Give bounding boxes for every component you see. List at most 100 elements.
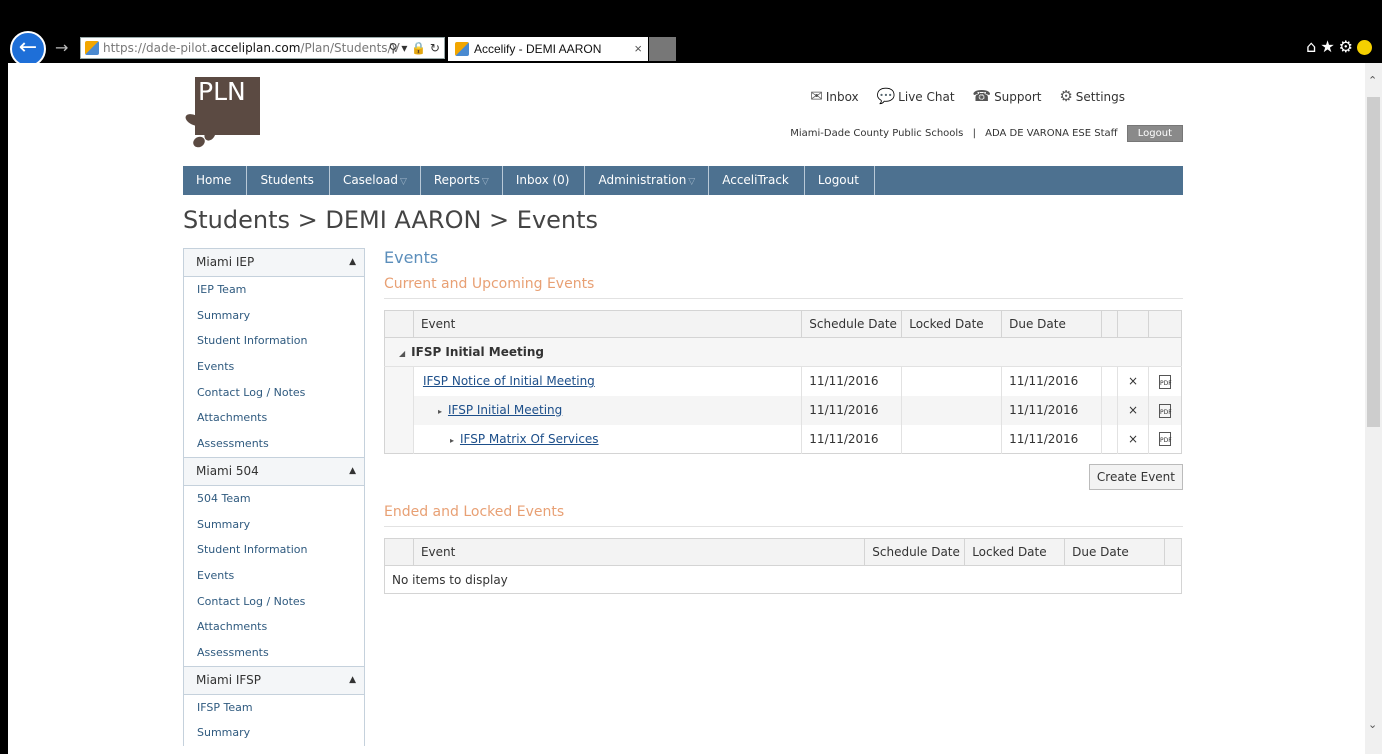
sidebar-item-events[interactable]: Events: [184, 563, 364, 589]
column-header-due-date[interactable]: Due Date: [1001, 310, 1102, 338]
user-line: Miami-Dade County Public Schools | ADA D…: [790, 125, 1183, 142]
settings-link[interactable]: ⚙ Settings: [1059, 87, 1125, 105]
support-link[interactable]: ☎ Support: [972, 87, 1041, 105]
nav-item-inbox[interactable]: Inbox (0): [503, 166, 586, 195]
top-links: ✉ Inbox 💬 Live Chat ☎ Support ⚙ Settings: [796, 87, 1125, 105]
vertical-scrollbar[interactable]: ⌃ ⌄: [1365, 63, 1382, 754]
collapse-arrow-icon[interactable]: ▲: [349, 249, 356, 276]
sidebar-item-assessments[interactable]: Assessments: [184, 431, 364, 457]
separator: |: [972, 128, 976, 139]
sidebar-item-student-information[interactable]: Student Information: [184, 328, 364, 354]
sidebar-item-assessments[interactable]: Assessments: [184, 640, 364, 666]
delete-icon[interactable]: ×: [1117, 395, 1149, 425]
site-favicon-icon: [85, 41, 99, 55]
sidebar-item-contact-log[interactable]: Contact Log / Notes: [184, 380, 364, 406]
chat-bubbles-icon: 💬: [876, 87, 896, 105]
sidebar-item-504-team[interactable]: 504 Team: [184, 486, 364, 512]
feedback-smiley-icon[interactable]: [1357, 40, 1372, 55]
expand-triangle-icon[interactable]: ▸: [438, 407, 442, 416]
expand-triangle-icon[interactable]: ▸: [450, 436, 454, 445]
logout-button[interactable]: Logout: [1126, 125, 1183, 142]
scroll-down-arrow-icon[interactable]: ⌄: [1368, 718, 1377, 731]
column-header-blank: [1163, 538, 1182, 566]
collapse-arrow-icon[interactable]: ▲: [349, 458, 356, 485]
column-header-event[interactable]: Event: [412, 310, 802, 338]
chevron-down-icon: ▽: [481, 177, 489, 187]
collapse-arrow-icon[interactable]: ▲: [349, 667, 356, 694]
new-tab-button[interactable]: [649, 37, 676, 61]
due-date-cell: 11/11/2016: [1001, 395, 1102, 425]
sidebar-item-summary[interactable]: Summary: [184, 720, 364, 746]
scrollbar-thumb[interactable]: [1367, 97, 1380, 427]
back-button[interactable]: ←: [10, 31, 46, 67]
column-header-schedule-date[interactable]: Schedule Date: [864, 538, 965, 566]
sidebar-item-iep-team[interactable]: IEP Team: [184, 277, 364, 303]
chevron-down-icon: ▽: [399, 177, 407, 187]
delete-icon[interactable]: ×: [1117, 424, 1149, 454]
sidebar-section-504[interactable]: Miami 504 ▲: [183, 456, 365, 486]
sidebar-item-contact-log[interactable]: Contact Log / Notes: [184, 589, 364, 615]
pln-logo[interactable]: PLN: [183, 63, 263, 151]
column-header-due-date[interactable]: Due Date: [1064, 538, 1165, 566]
browser-tab[interactable]: Accelify - DEMI AARON ×: [448, 37, 648, 61]
live-chat-link[interactable]: 💬 Live Chat: [876, 87, 954, 105]
nav-item-administration[interactable]: Administration ▽: [585, 166, 710, 195]
inbox-link[interactable]: ✉ Inbox: [810, 87, 858, 105]
forward-button[interactable]: →: [55, 38, 68, 57]
due-date-cell: 11/11/2016: [1001, 424, 1102, 454]
address-tools[interactable]: ⚲ ▾ 🔒 ↻: [389, 38, 440, 58]
main-nav: Home Students Caseload ▽ Reports ▽ Inbox (…: [183, 166, 1183, 195]
page-viewport: PLN ✉ Inbox 💬 Live Chat ☎ Support ⚙ Settings…: [8, 63, 1382, 754]
chevron-down-icon: ▽: [688, 177, 696, 187]
district-name: Miami-Dade County Public Schools: [790, 128, 964, 139]
user-role: ADA DE VARONA ESE Staff: [985, 128, 1118, 139]
create-event-button[interactable]: Create Event: [1088, 464, 1183, 490]
settings-gear-icon[interactable]: ⚙: [1339, 37, 1357, 56]
nav-item-students[interactable]: Students: [247, 166, 330, 195]
current-events-heading: Current and Upcoming Events: [384, 276, 1183, 299]
url-domain: acceliplan.com: [210, 41, 301, 55]
sidebar-list-ifsp: IFSP Team Summary: [183, 694, 365, 746]
group-row[interactable]: ◢ IFSP Initial Meeting: [384, 337, 1182, 367]
tab-favicon-icon: [455, 42, 469, 56]
sidebar-item-events[interactable]: Events: [184, 354, 364, 380]
schedule-date-cell: 11/11/2016: [801, 366, 902, 396]
column-header-schedule-date[interactable]: Schedule Date: [801, 310, 902, 338]
table-row: ▸ IFSP Matrix Of Services 11/11/2016 11/1…: [384, 424, 1182, 454]
tab-close-icon[interactable]: ×: [634, 37, 642, 61]
column-header-locked-date[interactable]: Locked Date: [901, 310, 1002, 338]
nav-item-caseload[interactable]: Caseload ▽: [330, 166, 421, 195]
pdf-icon[interactable]: PDF: [1158, 403, 1172, 418]
scroll-up-arrow-icon[interactable]: ⌃: [1368, 75, 1379, 86]
column-header-event[interactable]: Event: [412, 538, 865, 566]
sidebar-section-ifsp[interactable]: Miami IFSP ▲: [183, 665, 365, 695]
table-header-row: Event Schedule Date Locked Date Due Date: [384, 310, 1182, 338]
nav-item-home[interactable]: Home: [183, 166, 248, 195]
sidebar-item-attachments[interactable]: Attachments: [184, 405, 364, 431]
column-header-locked-date[interactable]: Locked Date: [964, 538, 1065, 566]
event-link[interactable]: IFSP Matrix Of Services: [460, 432, 599, 446]
event-link[interactable]: IFSP Notice of Initial Meeting: [423, 374, 595, 388]
main-content: Events Current and Upcoming Events Event…: [384, 248, 1183, 594]
delete-icon[interactable]: ×: [1117, 366, 1149, 396]
sidebar-section-iep[interactable]: Miami IEP ▲: [183, 248, 365, 277]
locked-date-cell: [901, 424, 1002, 454]
schedule-date-cell: 11/11/2016: [801, 424, 902, 454]
nav-item-accelitrack[interactable]: AcceliTrack: [709, 166, 805, 195]
address-bar[interactable]: https://dade-pilot.acceliplan.com/Plan/S…: [80, 37, 445, 59]
group-title: IFSP Initial Meeting: [411, 345, 544, 359]
event-link[interactable]: IFSP Initial Meeting: [448, 403, 562, 417]
sidebar-item-summary[interactable]: Summary: [184, 303, 364, 329]
nav-item-reports[interactable]: Reports ▽: [421, 166, 503, 195]
sidebar-item-summary[interactable]: Summary: [184, 512, 364, 538]
nav-item-logout[interactable]: Logout: [805, 166, 875, 195]
sidebar-item-student-information[interactable]: Student Information: [184, 537, 364, 563]
pdf-icon[interactable]: PDF: [1158, 432, 1172, 447]
sidebar-item-attachments[interactable]: Attachments: [184, 614, 364, 640]
home-icon[interactable]: ⌂: [1306, 37, 1320, 56]
favorites-star-icon[interactable]: ★: [1320, 37, 1338, 56]
pdf-icon[interactable]: PDF: [1158, 374, 1172, 389]
sidebar: Miami IEP ▲ IEP Team Summary Student Info…: [183, 248, 365, 746]
sidebar-item-ifsp-team[interactable]: IFSP Team: [184, 695, 364, 721]
collapse-triangle-icon[interactable]: ◢: [399, 349, 405, 358]
